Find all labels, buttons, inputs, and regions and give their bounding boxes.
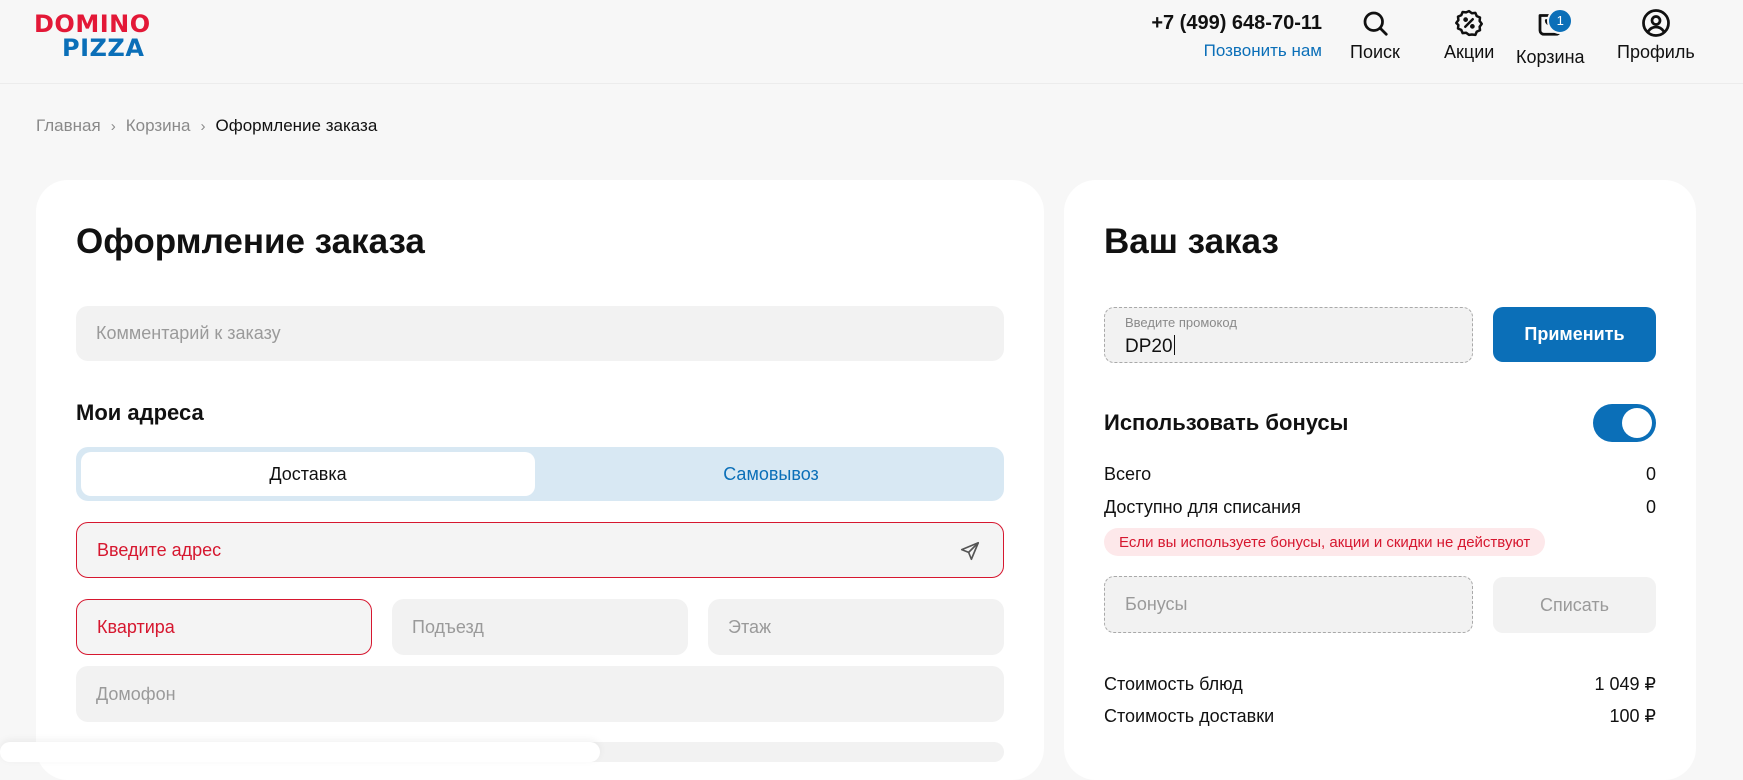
site-header: DOMINO PIZZA +7 (499) 648-70-11 Позвонит… — [0, 0, 1743, 84]
search-nav-button[interactable]: Поиск — [1350, 8, 1400, 63]
search-nav-label: Поиск — [1350, 42, 1400, 62]
chevron-right-icon: › — [200, 117, 206, 135]
page-title: Оформление заказа — [76, 222, 425, 261]
delivery-cost-value: 100 ₽ — [1609, 706, 1657, 726]
bonus-total-value: 0 — [1645, 464, 1656, 484]
promos-nav-button[interactable]: Акции — [1444, 8, 1494, 63]
breadcrumb-home[interactable]: Главная — [36, 116, 101, 136]
cart-count-badge: 1 — [1547, 8, 1574, 34]
toggle-knob — [1622, 408, 1652, 438]
order-comment-input[interactable]: Комментарий к заказу — [76, 306, 1004, 361]
user-profile-icon — [1641, 9, 1670, 37]
bonus-available-label: Доступно для списания — [1104, 497, 1301, 517]
intercom-input[interactable]: Домофон — [76, 666, 1004, 722]
domino-pizza-logo[interactable]: DOMINO PIZZA — [34, 12, 204, 64]
contact-block: +7 (499) 648-70-11 Позвонить нам — [1100, 12, 1322, 61]
bonus-available-row: Доступно для списания 0 — [1104, 497, 1656, 518]
dishes-cost-value: 1 049 ₽ — [1594, 674, 1657, 694]
delivery-cost-label: Стоимость доставки — [1104, 706, 1275, 726]
promo-code-input[interactable]: Введите промокод DP20 — [1104, 307, 1473, 363]
bonus-amount-input[interactable]: Бонусы — [1104, 576, 1473, 633]
profile-nav-button[interactable]: Профиль — [1617, 8, 1695, 63]
cart-nav-label: Корзина — [1516, 47, 1585, 67]
promos-nav-label: Акции — [1444, 42, 1495, 62]
discount-badge-icon — [1455, 9, 1484, 37]
promo-code-label: Введите промокод — [1125, 315, 1237, 330]
search-icon — [1363, 11, 1388, 36]
promo-code-value: DP20 — [1125, 336, 1173, 357]
bonus-available-value: 0 — [1645, 497, 1656, 517]
profile-nav-label: Профиль — [1617, 42, 1695, 62]
address-input-placeholder: Введите адрес — [97, 539, 222, 560]
bonus-warning-badge: Если вы используете бонусы, акции и скид… — [1104, 528, 1546, 556]
cart-nav-button[interactable]: 1 Корзина — [1516, 8, 1585, 68]
my-addresses-title: Мои адреса — [76, 400, 204, 425]
address-input[interactable]: Введите адрес — [76, 522, 1004, 578]
phone-number[interactable]: +7 (499) 648-70-11 — [1100, 12, 1322, 35]
writeoff-bonuses-button[interactable]: Списать — [1493, 577, 1656, 633]
floor-input[interactable]: Этаж — [708, 599, 1004, 655]
use-bonuses-toggle[interactable] — [1593, 404, 1656, 442]
call-us-link[interactable]: Позвонить нам — [1100, 41, 1322, 61]
bonus-total-label: Всего — [1104, 464, 1152, 484]
cart-icon-wrap: 1 — [1535, 8, 1574, 43]
order-title: Ваш заказ — [1104, 222, 1279, 261]
location-arrow-icon[interactable] — [959, 540, 981, 562]
logo-line-1: DOMINO — [34, 10, 151, 38]
breadcrumb-cart[interactable]: Корзина — [126, 116, 191, 136]
text-caret — [1173, 335, 1176, 355]
apply-promo-button[interactable]: Применить — [1493, 307, 1656, 362]
bonus-total-row: Всего 0 — [1104, 464, 1656, 485]
tab-pickup[interactable]: Самовывоз — [542, 452, 1000, 496]
logo-line-2: PIZZA — [62, 34, 145, 62]
use-bonuses-label: Использовать бонусы — [1104, 410, 1349, 435]
chevron-right-icon: › — [110, 117, 116, 135]
promo-code-value-wrap: DP20 — [1125, 335, 1176, 358]
dishes-cost-row: Стоимость блюд 1 049 ₽ — [1104, 674, 1656, 695]
breadcrumb: Главная › Корзина › Оформление заказа — [36, 116, 377, 136]
bottom-floating-panel-edge — [0, 742, 600, 762]
tab-delivery[interactable]: Доставка — [81, 452, 535, 496]
apartment-input[interactable]: Квартира — [76, 599, 372, 655]
entrance-input[interactable]: Подъезд — [392, 599, 688, 655]
delivery-cost-row: Стоимость доставки 100 ₽ — [1104, 706, 1656, 727]
dishes-cost-label: Стоимость блюд — [1104, 674, 1243, 694]
delivery-method-tabs: Доставка Самовывоз — [76, 447, 1004, 501]
breadcrumb-current: Оформление заказа — [215, 116, 378, 135]
